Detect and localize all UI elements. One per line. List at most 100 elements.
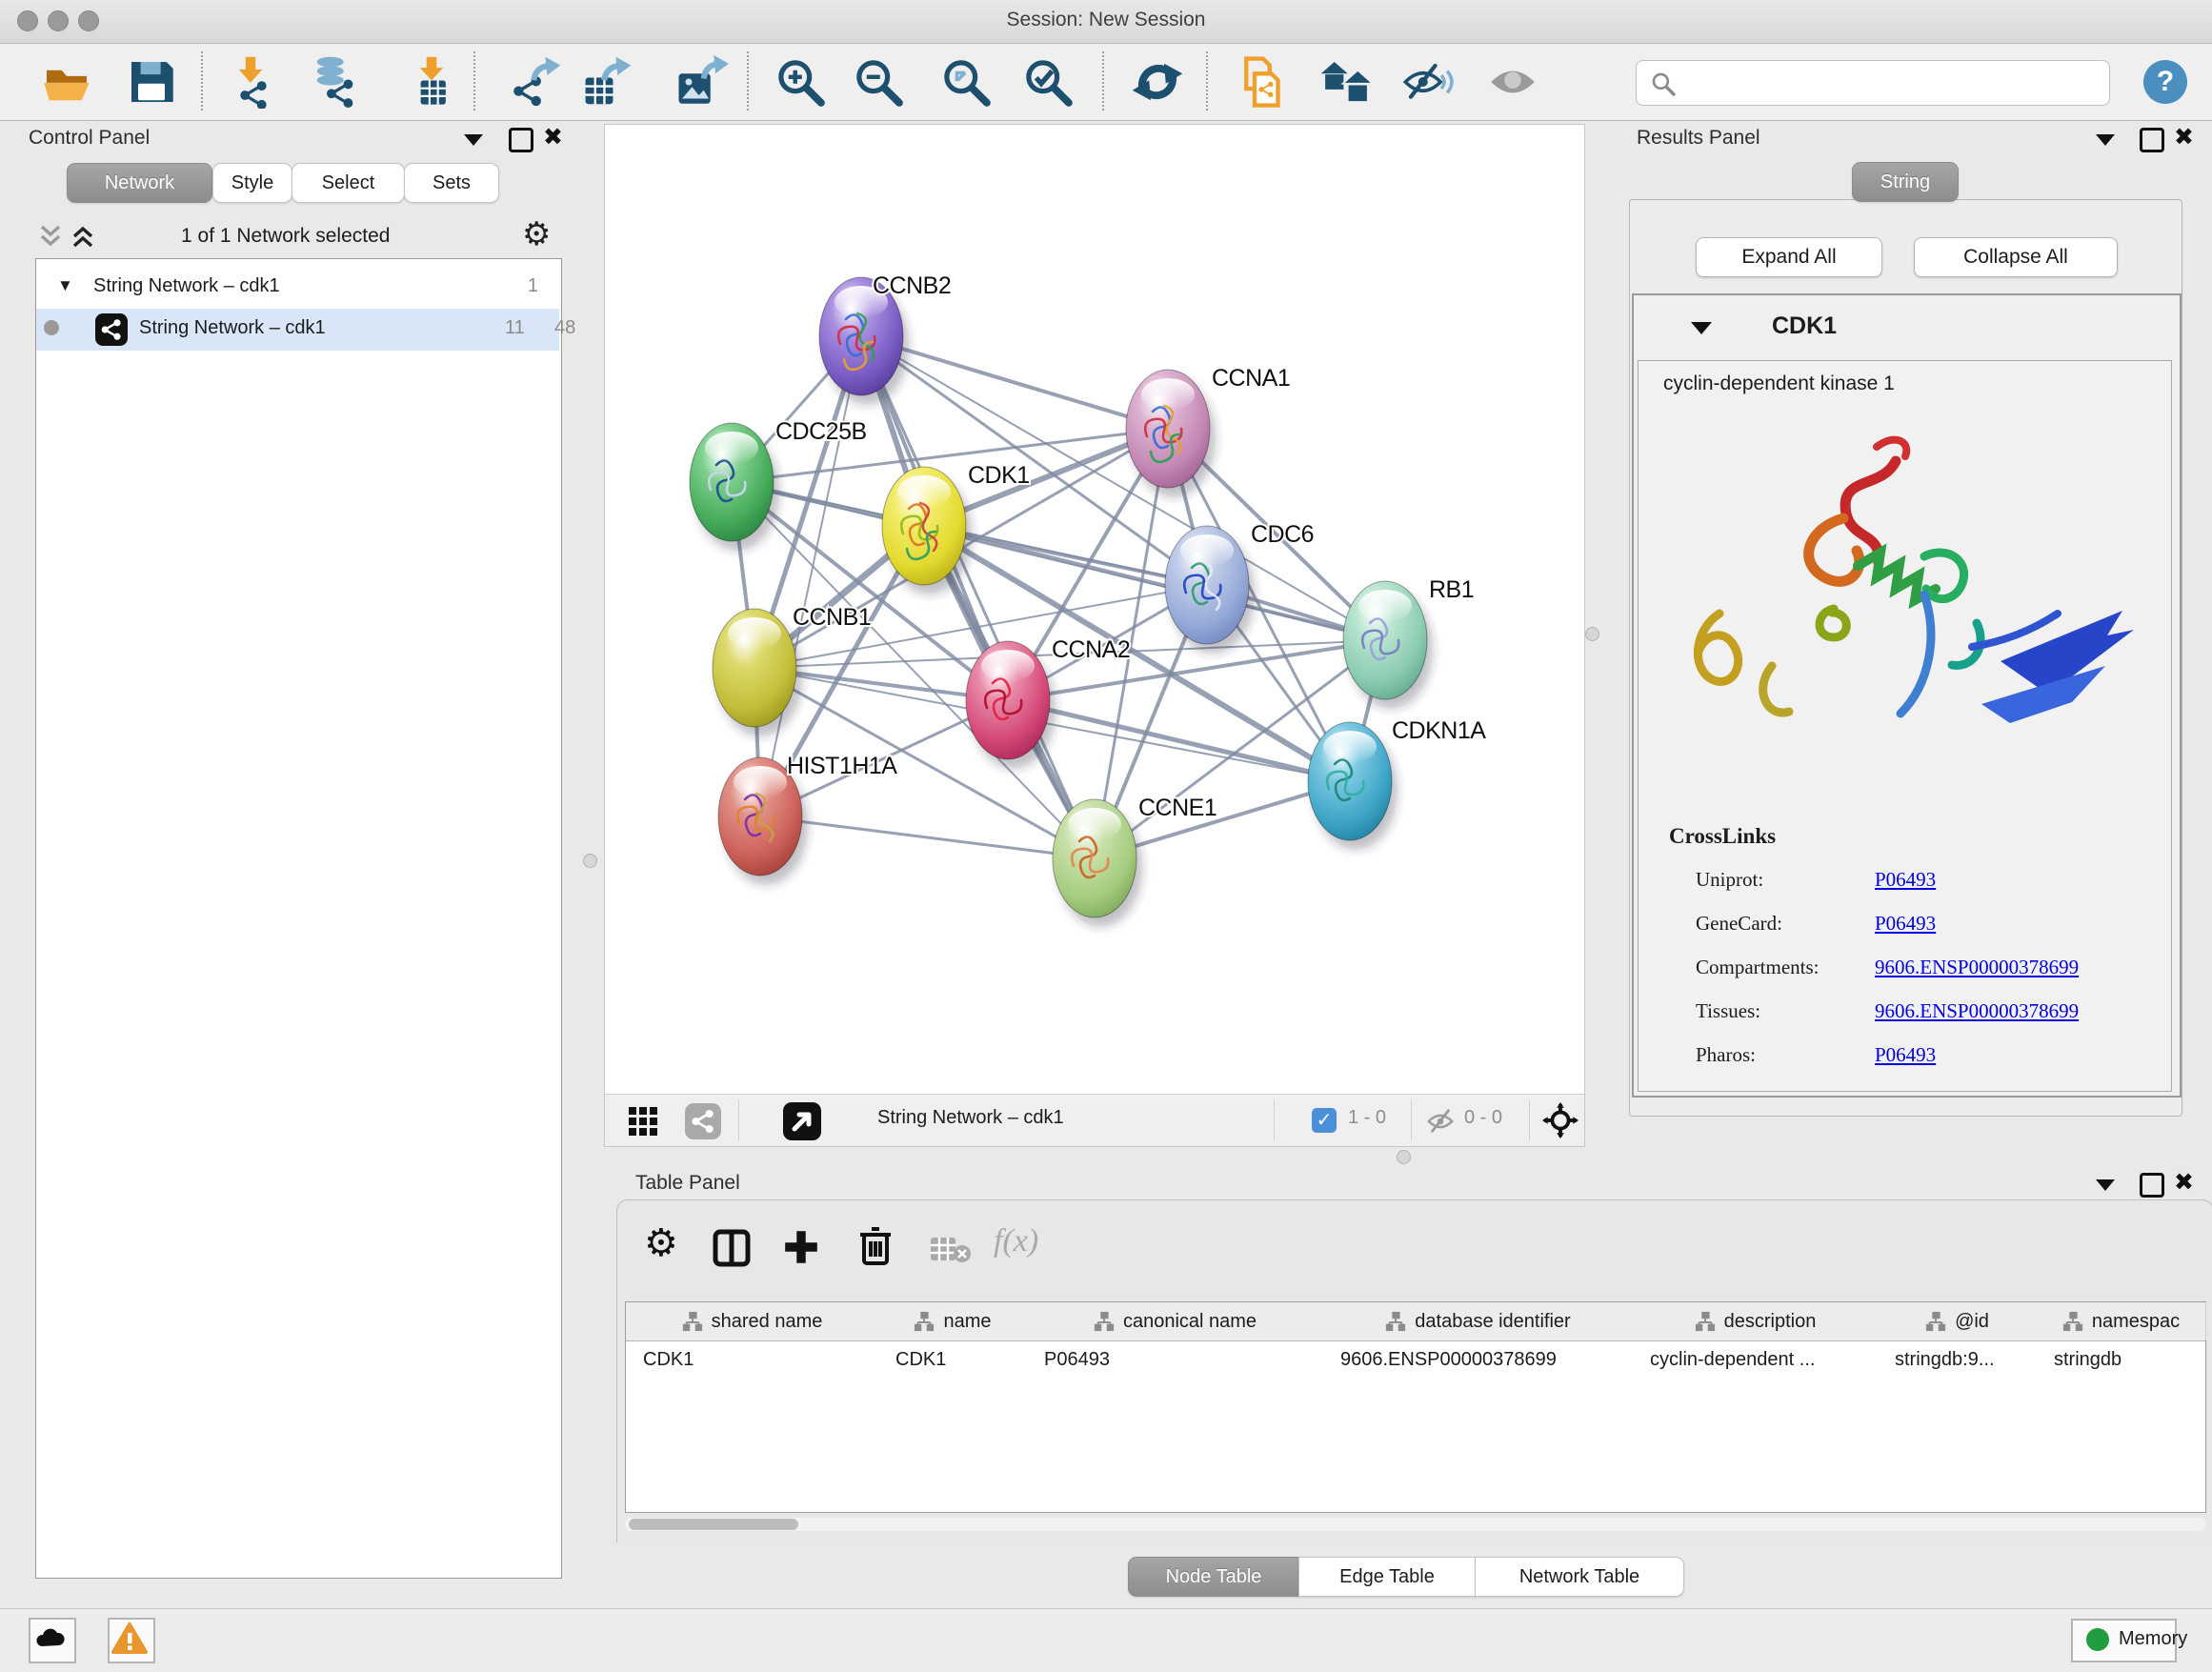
table-panel-float-button[interactable] (2140, 1173, 2164, 1198)
search-input[interactable] (1686, 65, 2100, 99)
network-row-selected[interactable]: String Network – cdk1 11 48 (36, 309, 559, 351)
table-cell[interactable]: P06493 (1027, 1340, 1323, 1379)
crosslink-link[interactable]: 9606.ENSP00000378699 (1875, 956, 2079, 979)
column-header--id[interactable]: @id (1878, 1302, 2038, 1340)
network-options-gear-icon[interactable]: ⚙ (522, 215, 551, 253)
collapse-all-icon[interactable] (36, 222, 65, 251)
tab-select[interactable]: Select (292, 163, 405, 203)
tab-edge-table[interactable]: Edge Table (1298, 1557, 1476, 1597)
help-button[interactable]: ? (2143, 60, 2187, 104)
column-header-shared-name[interactable]: shared name (626, 1302, 879, 1340)
table-settings-gear-icon[interactable]: ⚙ (644, 1221, 678, 1265)
warnings-button[interactable] (108, 1618, 155, 1663)
results-panel-title: Results Panel (1637, 127, 1760, 150)
zoom-selected-icon[interactable] (1021, 55, 1075, 109)
table-panel-close-button[interactable]: ✖ (2174, 1172, 2194, 1193)
memory-button[interactable]: Memory (2071, 1619, 2177, 1662)
birds-eye-view-icon[interactable] (783, 1102, 821, 1140)
network-node-CCNB1[interactable]: CCNB1 (713, 604, 871, 736)
expand-all-icon[interactable] (69, 222, 97, 251)
network-edge[interactable] (760, 816, 1095, 858)
grid-view-icon[interactable] (628, 1106, 658, 1137)
tab-network[interactable]: Network (67, 163, 212, 203)
column-header-database-identifier[interactable]: database identifier (1323, 1302, 1634, 1340)
right-splitter-handle[interactable] (1585, 627, 1599, 641)
open-session-icon[interactable] (40, 55, 93, 109)
column-header-canonical-name[interactable]: canonical name (1027, 1302, 1324, 1340)
import-network-file-icon[interactable] (224, 55, 277, 109)
table-horizontal-scrollbar[interactable] (625, 1518, 2206, 1531)
tree-expand-caret[interactable]: ▼ (57, 276, 73, 295)
show-all-icon[interactable] (1486, 55, 1539, 109)
network-share-icon[interactable] (685, 1103, 721, 1139)
zoom-fit-icon[interactable] (939, 55, 993, 109)
column-header-label: canonical name (1123, 1311, 1257, 1333)
control-panel-float-button[interactable] (509, 128, 533, 152)
column-header-namespac[interactable]: namespac (2037, 1302, 2206, 1340)
fit-content-crosshair-icon[interactable] (1542, 1102, 1579, 1138)
first-neighbors-icon[interactable] (1319, 55, 1373, 109)
crosslink-link[interactable]: P06493 (1875, 1043, 1936, 1067)
delete-column-icon[interactable] (855, 1225, 895, 1267)
zoom-out-icon[interactable] (852, 55, 905, 109)
network-collection-row[interactable]: ▼ String Network – cdk1 1 (36, 267, 559, 309)
network-edge[interactable] (760, 336, 861, 816)
hidden-eye-slash-icon[interactable] (1424, 1107, 1457, 1136)
left-splitter-handle[interactable] (583, 854, 597, 868)
network-node-CCNE1[interactable]: CCNE1 (1053, 795, 1217, 927)
add-column-icon[interactable] (781, 1227, 821, 1267)
expand-all-button[interactable]: Expand All (1696, 237, 1882, 277)
table-cell[interactable]: CDK1 (626, 1340, 878, 1379)
control-panel-menu-caret[interactable] (464, 134, 483, 146)
crosslink-link[interactable]: P06493 (1875, 912, 1936, 936)
results-panel-menu-caret[interactable] (2096, 134, 2115, 146)
table-scrollbar-thumb[interactable] (629, 1519, 798, 1530)
current-network-name: String Network – cdk1 (877, 1107, 1064, 1129)
network-node-RB1[interactable]: RB1 (1343, 576, 1474, 709)
tab-node-table[interactable]: Node Table (1128, 1557, 1299, 1597)
column-header-name[interactable]: name (878, 1302, 1028, 1340)
network-node-HIST1H1A[interactable]: HIST1H1A (718, 753, 897, 885)
bottom-splitter-handle[interactable] (1397, 1150, 1411, 1164)
tab-style[interactable]: Style (212, 163, 292, 203)
export-image-icon[interactable] (675, 55, 729, 109)
network-node-CDKN1A[interactable]: CDKN1A (1308, 717, 1486, 850)
control-panel-close-button[interactable]: ✖ (543, 127, 563, 148)
cloud-status-button[interactable] (29, 1618, 76, 1663)
export-table-icon[interactable] (579, 55, 633, 109)
network-node-CCNA2[interactable]: CCNA2 (966, 636, 1130, 769)
tab-sets[interactable]: Sets (404, 163, 499, 203)
results-panel-float-button[interactable] (2140, 128, 2164, 152)
tab-string[interactable]: String (1852, 162, 1959, 202)
results-panel-close-button[interactable]: ✖ (2174, 127, 2194, 148)
network-edge[interactable] (861, 336, 1095, 858)
clone-network-icon[interactable] (1235, 55, 1288, 109)
table-cell[interactable]: CDK1 (878, 1340, 1027, 1379)
network-node-CCNA1[interactable]: CCNA1 (1126, 365, 1290, 497)
column-header-description[interactable]: description (1633, 1302, 1879, 1340)
network-edge[interactable] (924, 526, 1385, 640)
table-cell[interactable]: stringdb (2037, 1340, 2205, 1379)
table-cell[interactable]: stringdb:9... (1878, 1340, 2037, 1379)
import-table-icon[interactable] (405, 55, 458, 109)
table-panel-menu-caret[interactable] (2096, 1179, 2115, 1191)
collapse-all-button[interactable]: Collapse All (1914, 237, 2118, 277)
tab-network-table[interactable]: Network Table (1475, 1557, 1684, 1597)
import-network-database-icon[interactable] (309, 55, 362, 109)
network-canvas[interactable]: CCNB2CCNA1CDC25BCDK1CDC6RB1CCNB1CCNA2CDK… (604, 124, 1585, 1096)
crosslink-link[interactable]: P06493 (1875, 868, 1936, 892)
network-graph[interactable]: CCNB2CCNA1CDC25BCDK1CDC6RB1CCNB1CCNA2CDK… (605, 125, 1584, 1095)
search-field[interactable] (1636, 60, 2110, 106)
refresh-view-icon[interactable] (1131, 55, 1184, 109)
crosslink-link[interactable]: 9606.ENSP00000378699 (1875, 999, 2079, 1023)
table-cell[interactable]: cyclin-dependent ... (1633, 1340, 1878, 1379)
zoom-in-icon[interactable] (774, 55, 827, 109)
gene-section-caret[interactable] (1691, 322, 1712, 334)
selected-checkbox-icon[interactable]: ✓ (1312, 1108, 1337, 1133)
table-cell[interactable]: 9606.ENSP00000378699 (1323, 1340, 1633, 1379)
hide-selected-icon[interactable] (1401, 55, 1455, 109)
export-network-icon[interactable] (509, 55, 562, 109)
network-node-CDC6[interactable]: CDC6 (1165, 521, 1314, 654)
show-columns-icon[interactable] (713, 1229, 751, 1267)
save-session-icon[interactable] (125, 55, 178, 109)
